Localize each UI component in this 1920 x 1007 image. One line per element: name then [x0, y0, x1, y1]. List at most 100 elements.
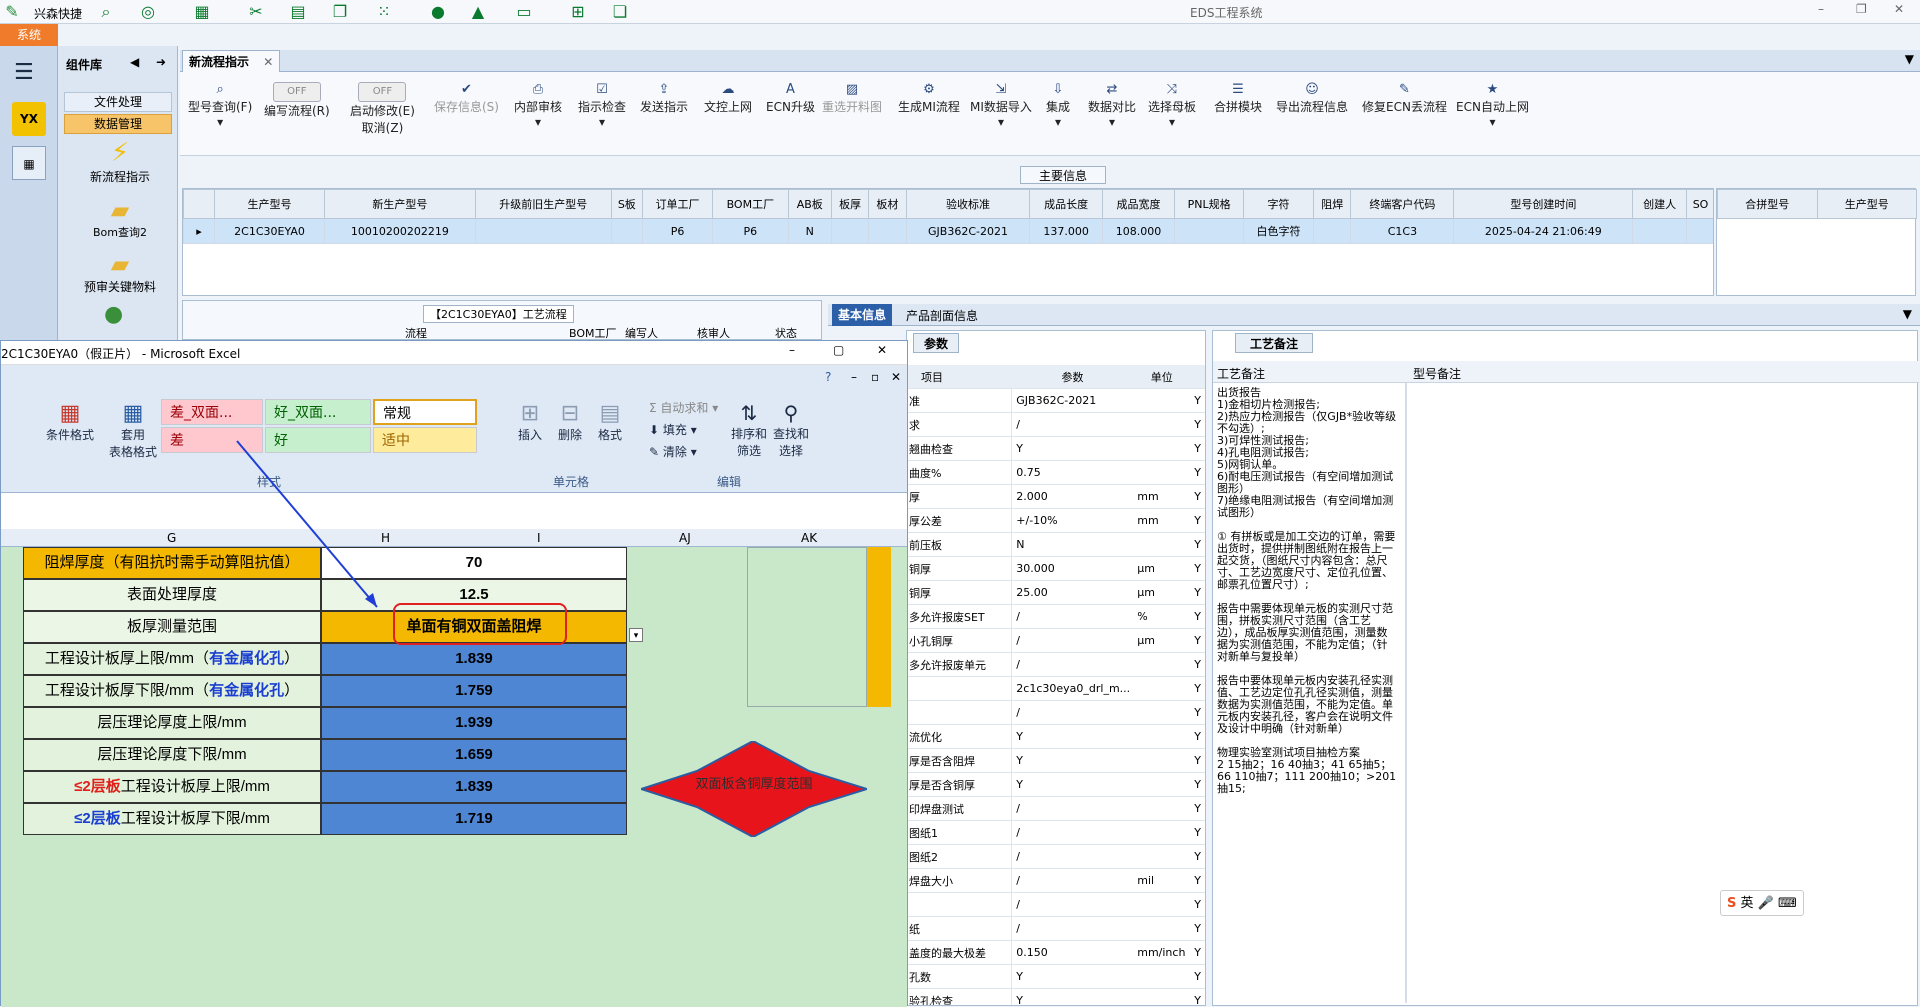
col-header[interactable]: 生产型号	[1816, 189, 1917, 219]
col-header[interactable]: 终端客户代码	[1350, 189, 1455, 219]
param-row[interactable]: 翘曲检查 Y Y	[907, 436, 1205, 461]
param-value[interactable]: GJB362C-2021	[1011, 388, 1134, 413]
col-header[interactable]: 板厚	[830, 189, 870, 219]
flow-col[interactable]: 状态	[775, 325, 797, 341]
keyboard-icon[interactable]: ⌨	[1778, 896, 1797, 911]
param-value[interactable]: /	[1011, 604, 1134, 629]
param-row[interactable]: 曲度% 0.75 Y	[907, 460, 1205, 485]
internal-review-button[interactable]: ⎙ 内部审核 ▾	[514, 82, 562, 129]
col-header[interactable]: 字符	[1242, 189, 1315, 219]
table-cell[interactable]	[1313, 218, 1352, 244]
param-row[interactable]: 小孔铜厚 / μm Y	[907, 628, 1205, 653]
help-ring-icon[interactable]: ◎	[138, 2, 158, 22]
col-header[interactable]: 生产型号	[213, 189, 326, 219]
param-row[interactable]: 印焊盘测试 / Y	[907, 796, 1205, 821]
param-row[interactable]: 纸 / Y	[907, 916, 1205, 941]
process-notes-text[interactable]: 出货报告 1)金相切片检测报告; 2)热应力检测报告（仅GJB*验收等级不勾选）…	[1217, 387, 1397, 997]
sidebar-item-file[interactable]: 文件处理	[64, 92, 172, 112]
table-cell[interactable]: GJB362C-2021	[905, 218, 1031, 244]
params-tab[interactable]: 参数	[913, 333, 960, 353]
col-header[interactable]: 验收标准	[905, 189, 1031, 219]
param-value[interactable]: /	[1011, 652, 1134, 677]
tab-new-flow[interactable]: 新流程指示 ✕	[182, 50, 281, 73]
param-value[interactable]: 0.75	[1011, 460, 1134, 485]
param-row[interactable]: / Y	[907, 700, 1205, 725]
col-header[interactable]: 订单工厂	[641, 189, 714, 219]
search-icon[interactable]: ⌕	[96, 2, 116, 22]
table-cell[interactable]	[868, 218, 907, 244]
param-row[interactable]: 孔数 Y Y	[907, 964, 1205, 989]
param-value[interactable]: /	[1011, 892, 1134, 917]
param-value[interactable]: 25.00	[1011, 580, 1134, 605]
param-row[interactable]: 流优化 Y Y	[907, 724, 1205, 749]
table-cell[interactable]: 10010200202219	[324, 218, 476, 244]
param-row[interactable]: 多允许报废单元 / Y	[907, 652, 1205, 677]
write-flow-toggle[interactable]: OFF 编写流程(R)	[264, 82, 330, 119]
param-value[interactable]: +/-10%	[1011, 508, 1134, 533]
param-value[interactable]: Y	[1011, 964, 1134, 989]
col-header[interactable]: 项目	[907, 365, 1012, 389]
table-cell[interactable]	[1174, 218, 1244, 244]
table-cell[interactable]: 2025-04-24 21:06:49	[1453, 218, 1634, 244]
col-header[interactable]: S板	[610, 189, 643, 219]
close-button[interactable]: ✕	[1894, 2, 1904, 16]
merge-module-button[interactable]: ☰ 合拼模块	[1214, 82, 1262, 115]
param-value[interactable]: /	[1011, 820, 1134, 845]
model-query-button[interactable]: ⌕ 型号查询(F) ▾	[188, 82, 252, 129]
flow-col[interactable]: 核审人	[697, 325, 730, 341]
table-cell[interactable]: P6	[641, 218, 714, 244]
param-value[interactable]: /	[1011, 796, 1134, 821]
instruction-check-button[interactable]: ☑ 指示检查 ▾	[578, 82, 626, 129]
param-value[interactable]: /	[1011, 700, 1134, 725]
data-compare-button[interactable]: ⇄ 数据对比 ▾	[1088, 82, 1136, 129]
param-value[interactable]: Y	[1011, 988, 1134, 1005]
minimize-button[interactable]: –	[1818, 2, 1824, 16]
sidebar-item-data[interactable]: 数据管理	[64, 114, 172, 134]
process-notes-tab[interactable]: 工艺备注	[1235, 333, 1314, 353]
export-flow-button[interactable]: ☺ 导出流程信息	[1276, 82, 1348, 115]
sidebar-tile-preaudit[interactable]: ▰ 预审关键物料	[70, 250, 170, 295]
collapse-left-icon[interactable]: ◀	[130, 55, 139, 69]
param-value[interactable]: 2c1c30eya0_drl_m...	[1011, 676, 1134, 701]
table-cell[interactable]: N	[787, 218, 832, 244]
ecn-auto-button[interactable]: ★ ECN自动上网 ▾	[1456, 82, 1529, 129]
tab-basic-info[interactable]: 基本信息	[832, 304, 893, 326]
param-row[interactable]: 焊盘大小 / mil Y	[907, 868, 1205, 893]
user-tile-icon[interactable]: ●	[104, 302, 123, 327]
col-header[interactable]: 型号创建时间	[1453, 189, 1634, 219]
user-icon[interactable]: ●	[428, 2, 448, 22]
param-row[interactable]: 2c1c30eya0_drl_m... Y	[907, 676, 1205, 701]
col-header[interactable]: 新生产型号	[324, 189, 476, 219]
generate-mi-button[interactable]: ⚙ 生成MI流程	[898, 82, 960, 115]
table-cell[interactable]	[1632, 218, 1688, 244]
table-cell[interactable]	[830, 218, 870, 244]
param-row[interactable]: 验孔检查 Y Y	[907, 988, 1205, 1005]
col-header[interactable]: 板材	[868, 189, 907, 219]
flow-col[interactable]: 流程	[405, 325, 427, 341]
sidebar-tile-bom[interactable]: ▰ Bom查询2	[70, 196, 170, 240]
col-header[interactable]: 成品长度	[1029, 189, 1103, 219]
param-row[interactable]: 厚是否含阻焊 Y Y	[907, 748, 1205, 773]
yx-logo[interactable]: YX	[12, 102, 46, 136]
table-cell[interactable]: 137.000	[1029, 218, 1103, 244]
col-header[interactable]: 升级前旧生产型号	[474, 189, 612, 219]
col-header[interactable]: BOM工厂	[712, 189, 789, 219]
col-header[interactable]: 参数	[1011, 365, 1134, 389]
param-value[interactable]: /	[1011, 412, 1134, 437]
table-cell[interactable]: 108.000	[1101, 218, 1176, 244]
sidebar-tile-new-flow[interactable]: ⚡ 新流程指示	[70, 138, 170, 185]
param-value[interactable]: 2.000	[1011, 484, 1134, 509]
param-row[interactable]: 求 / Y	[907, 412, 1205, 437]
menu-icon[interactable]: ☰	[14, 60, 34, 85]
param-value[interactable]: /	[1011, 916, 1134, 941]
param-value[interactable]: /	[1011, 868, 1134, 893]
mic-icon[interactable]: 🎤	[1758, 896, 1774, 911]
integrate-button[interactable]: ⇩ 集成 ▾	[1046, 82, 1070, 129]
windows-icon[interactable]: ⊞	[568, 2, 588, 22]
table-cell[interactable]: C1C3	[1350, 218, 1455, 244]
param-row[interactable]: 厚 2.000 mm Y	[907, 484, 1205, 509]
col-header[interactable]: SO	[1686, 189, 1713, 219]
ecn-upgrade-button[interactable]: A ECN升级	[766, 82, 815, 115]
grid-apps-icon[interactable]: ⁙	[374, 2, 394, 22]
param-value[interactable]: Y	[1011, 748, 1134, 773]
